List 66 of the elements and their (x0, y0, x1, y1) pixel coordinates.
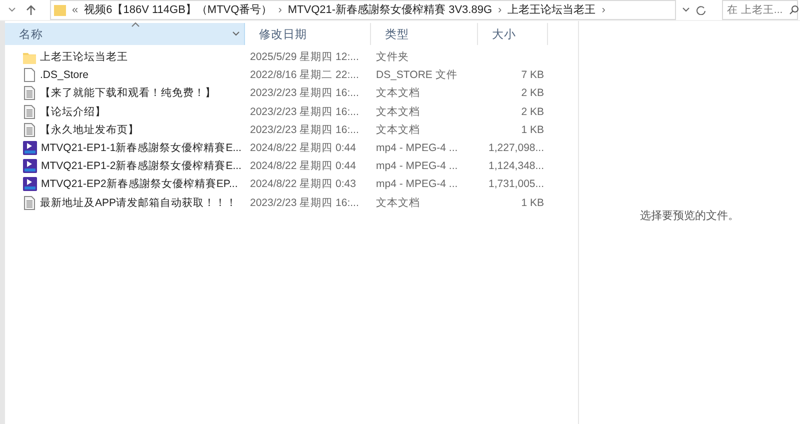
file-name[interactable]: 【论坛介绍】 (40, 104, 106, 119)
modified-date: 2024/8/22 星期四 0:44 (249, 141, 357, 156)
file-name[interactable]: 上老王论坛当老王 (40, 50, 128, 64)
file-name[interactable]: MTVQ21-EP1-1新春感謝祭女優榨精賽E... (41, 141, 242, 156)
file-size: 1 KB (521, 196, 545, 209)
file-size: 7 KB (521, 69, 545, 82)
file-name[interactable]: 【永久地址发布页】 (40, 122, 139, 137)
modified-date: 2023/2/23 星期四 16:... (249, 86, 360, 100)
file-type: mp4 - MPEG-4 ... (375, 142, 459, 154)
breadcrumb-item[interactable]: MTVQ21-新春感謝祭女優榨精賽 3V3.89G (288, 3, 492, 17)
text-document-icon (23, 86, 36, 100)
column-header[interactable]: 名称 (5, 23, 245, 45)
modified-date: 2024/8/22 星期四 0:44 (249, 159, 357, 174)
text-document-icon (23, 122, 36, 137)
file-name[interactable]: MTVQ21-EP2新春感謝祭女優榨精賽EP... (41, 177, 238, 192)
file-size: 2 KB (521, 106, 545, 118)
file-type: 文件夹 (375, 50, 410, 64)
text-document-icon (23, 104, 36, 119)
up-arrow-icon[interactable] (26, 5, 36, 15)
document-icon (23, 68, 36, 82)
breadcrumb-separator: › (498, 3, 502, 17)
file-size: 2 KB (521, 87, 545, 100)
file-type: mp4 - MPEG-4 ... (375, 178, 459, 190)
folder-icon (54, 4, 66, 16)
column-header[interactable]: 修改日期 (245, 23, 371, 45)
search-field[interactable]: 在 上老王... (722, 0, 798, 20)
file-size: 1,731,005... (488, 178, 545, 190)
file-type: DS_STORE 文件 (375, 68, 458, 82)
file-type: 文本文档 (375, 86, 421, 100)
file-type: mp4 - MPEG-4 ... (375, 160, 459, 172)
text-document-icon (23, 196, 36, 210)
video-file-icon (23, 159, 37, 174)
video-file-icon (23, 141, 37, 156)
modified-date: 2024/8/22 星期四 0:43 (249, 177, 357, 192)
file-type: 文本文档 (375, 122, 421, 137)
chevron-down-icon[interactable] (232, 31, 240, 37)
chevron-down-icon[interactable] (682, 7, 690, 13)
file-type: 文本文档 (375, 104, 421, 119)
file-name[interactable]: MTVQ21-EP1-2新春感謝祭女優榨精賽E... (41, 159, 242, 174)
preview-message: 选择要预览的文件。 (640, 208, 739, 223)
modified-date: 2023/2/23 星期四 16:... (249, 104, 360, 119)
modified-date: 2025/5/29 星期四 12:... (249, 50, 360, 64)
modified-date: 2022/8/16 星期二 22:... (249, 68, 360, 82)
search-icon (789, 5, 799, 15)
file-size: 1,124,348... (488, 160, 545, 172)
breadcrumb-item[interactable]: 上老王论坛当老王 (508, 3, 596, 17)
address-bar[interactable]: « 视频6【186V 114GB】（MTVQ番号） › MTVQ21-新春感謝祭女優榨精賽 3V3.89G › 上老王论坛当老王 › (50, 0, 676, 20)
modified-date: 2023/2/23 星期四 16:... (249, 196, 360, 210)
file-size: 1,227,098... (488, 142, 545, 154)
file-name[interactable]: 【来了就能下载和观看！纯免费！】 (40, 86, 216, 100)
refresh-icon[interactable] (696, 5, 706, 15)
modified-date: 2023/2/23 星期四 16:... (249, 122, 360, 137)
sort-caret-icon (131, 22, 140, 27)
video-file-icon (23, 177, 37, 192)
column-header[interactable]: 大小 (478, 23, 548, 45)
breadcrumb-item[interactable]: 视频6【186V 114GB】（MTVQ番号） (84, 3, 272, 17)
chevron-down-icon[interactable] (8, 7, 16, 13)
column-header[interactable]: 类型 (371, 23, 478, 45)
file-type: 文本文档 (375, 196, 421, 210)
breadcrumb-overflow[interactable]: « (72, 3, 78, 17)
breadcrumb-separator: › (278, 3, 282, 17)
file-name[interactable]: 最新地址及APP请发邮箱自动获取！！！ (40, 196, 238, 210)
breadcrumb-separator: › (602, 3, 606, 17)
folder-icon (23, 50, 36, 64)
file-size: 1 KB (521, 124, 545, 136)
file-name[interactable]: .DS_Store (40, 69, 88, 82)
